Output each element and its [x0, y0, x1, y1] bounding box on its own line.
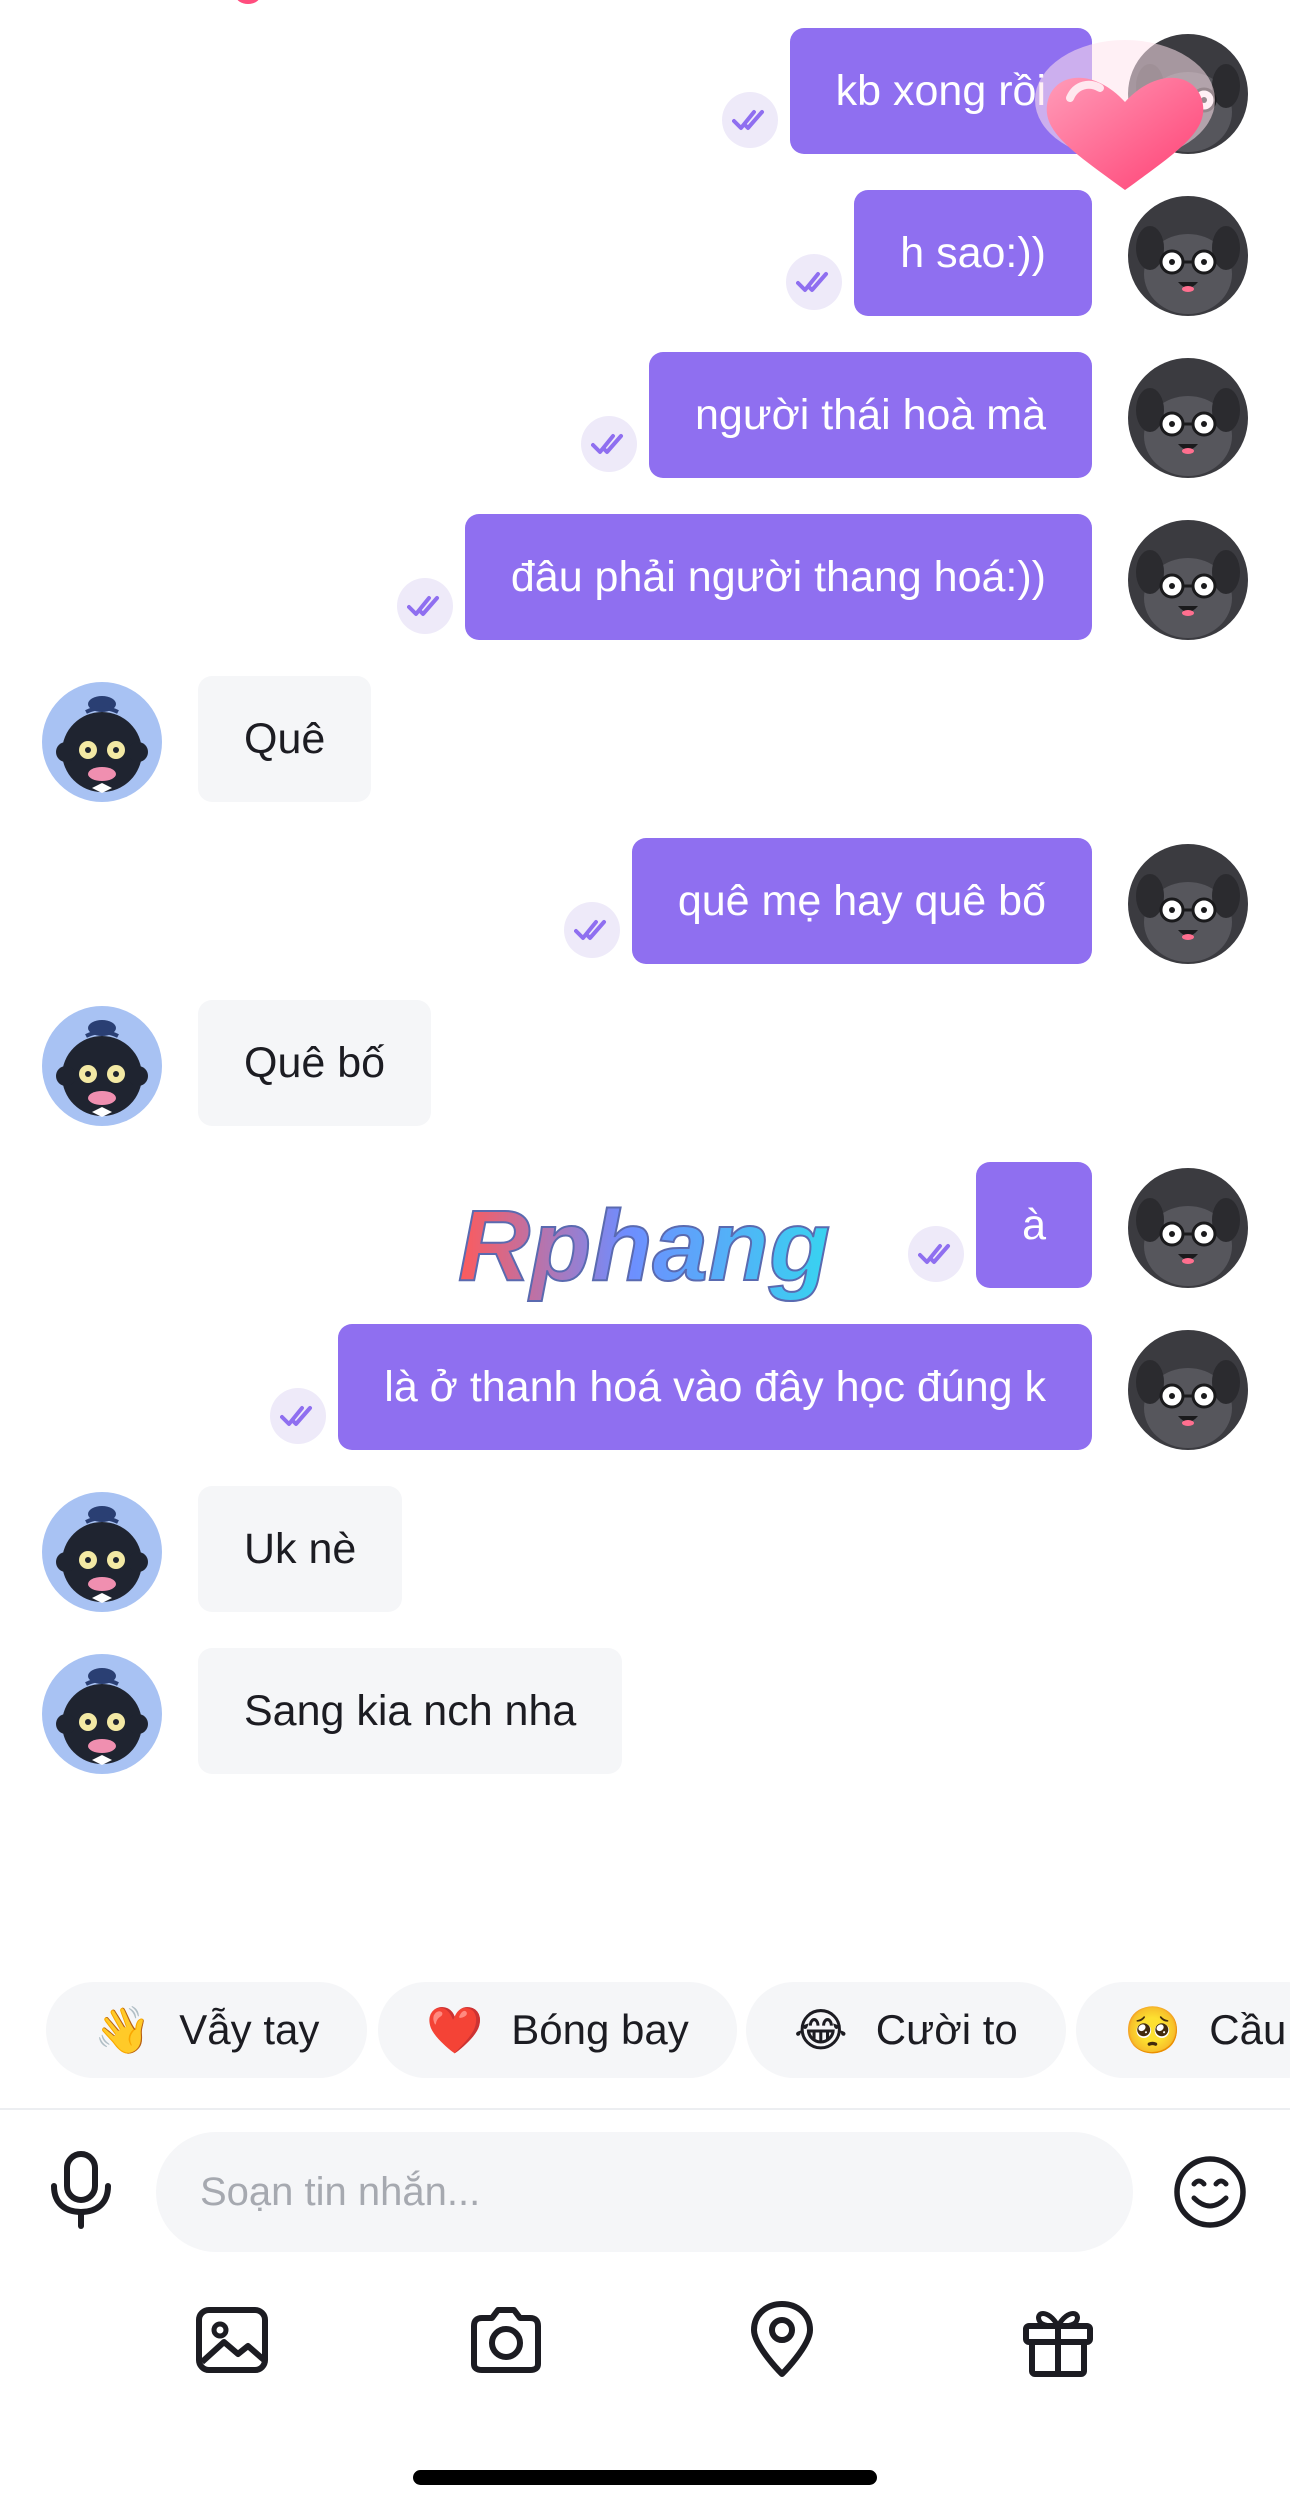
- message-row: quê mẹ hay quê bố: [0, 838, 1290, 964]
- my-avatar[interactable]: [1128, 1168, 1248, 1288]
- quick-reaction-label: Cầu: [1209, 2006, 1287, 2053]
- quick-reaction-bar: 👋 Vẫy tay ❤️ Bóng bay 😂 Cười to 🥺 Cầu: [0, 1982, 1290, 2078]
- message-row: Quê: [0, 676, 1290, 802]
- quick-reaction-plead[interactable]: 🥺 Cầu: [1076, 1982, 1290, 2078]
- my-avatar[interactable]: [1128, 196, 1248, 316]
- smiley-icon[interactable]: [1172, 2154, 1248, 2230]
- message-row: Quê bố: [0, 1000, 1290, 1126]
- camera-icon[interactable]: [466, 2300, 546, 2380]
- my-avatar[interactable]: [1128, 1330, 1248, 1450]
- composer-divider: [0, 2108, 1290, 2110]
- quick-reaction-balloon[interactable]: ❤️ Bóng bay: [378, 1982, 737, 2078]
- pleading-face-emoji: 🥺: [1124, 2004, 1182, 2056]
- seen-check-icon: [270, 1388, 326, 1444]
- message-bubble-incoming[interactable]: Uk nè: [198, 1486, 403, 1612]
- message-row: Sang kia nch nha: [0, 1648, 1290, 1774]
- message-input[interactable]: [156, 2132, 1133, 2252]
- chat-screen: kb xong rồi h sao:)) người thái hoà mà đ…: [0, 0, 1290, 2512]
- my-avatar[interactable]: [1128, 358, 1248, 478]
- contact-avatar[interactable]: [42, 682, 162, 802]
- quick-reaction-laugh[interactable]: 😂 Cười to: [746, 1982, 1066, 2078]
- my-avatar[interactable]: [1128, 844, 1248, 964]
- seen-check-icon: [581, 416, 637, 472]
- attachment-toolbar: [0, 2300, 1290, 2390]
- seen-check-icon: [722, 92, 778, 148]
- seen-check-icon: [786, 254, 842, 310]
- waving-hand-emoji: 👋: [94, 2004, 152, 2056]
- message-row: đâu phải người thang hoá:)): [0, 514, 1290, 640]
- seen-check-icon: [397, 578, 453, 634]
- message-row: người thái hoà mà: [0, 352, 1290, 478]
- heart-sticker-icon: [1035, 40, 1215, 190]
- seen-check-icon: [908, 1226, 964, 1282]
- quick-reaction-wave[interactable]: 👋 Vẫy tay: [46, 1982, 368, 2078]
- laughing-emoji: 😂: [794, 2004, 848, 2056]
- message-bubble-incoming[interactable]: Sang kia nch nha: [198, 1648, 623, 1774]
- contact-avatar[interactable]: [42, 1654, 162, 1774]
- watermark-logo: Rphang: [457, 1189, 831, 1303]
- message-bubble-incoming[interactable]: Quê bố: [198, 1000, 432, 1126]
- message-bubble-outgoing[interactable]: h sao:)): [854, 190, 1092, 316]
- quick-reaction-label: Vẫy tay: [179, 2006, 320, 2053]
- message-row: là ở thanh hoá vào đây học đúng k: [0, 1324, 1290, 1450]
- message-bubble-outgoing[interactable]: là ở thanh hoá vào đây học đúng k: [338, 1324, 1092, 1450]
- quick-reaction-label: Bóng bay: [511, 2006, 689, 2053]
- message-bubble-incoming[interactable]: Quê: [198, 676, 372, 802]
- my-avatar[interactable]: [1128, 520, 1248, 640]
- contact-avatar[interactable]: [42, 1006, 162, 1126]
- image-icon[interactable]: [192, 2300, 272, 2380]
- message-bubble-outgoing[interactable]: đâu phải người thang hoá:)): [464, 514, 1092, 640]
- message-bubble-outgoing[interactable]: quê mẹ hay quê bố: [631, 838, 1092, 964]
- message-row: h sao:)): [0, 190, 1290, 316]
- seen-check-icon: [564, 902, 620, 958]
- microphone-icon[interactable]: [46, 2150, 116, 2230]
- home-indicator: [413, 2470, 877, 2485]
- message-bubble-outgoing[interactable]: à: [976, 1162, 1092, 1288]
- heart-emoji: ❤️: [426, 2004, 484, 2056]
- svg-text:Rphang: Rphang: [458, 1190, 830, 1302]
- location-pin-icon[interactable]: [742, 2300, 822, 2380]
- partial-sticker-dot: [236, 0, 260, 4]
- contact-avatar[interactable]: [42, 1492, 162, 1612]
- quick-reaction-label: Cười to: [875, 2006, 1018, 2053]
- gift-icon[interactable]: [1018, 2300, 1098, 2380]
- message-row: Uk nè: [0, 1486, 1290, 1612]
- message-bubble-outgoing[interactable]: người thái hoà mà: [648, 352, 1092, 478]
